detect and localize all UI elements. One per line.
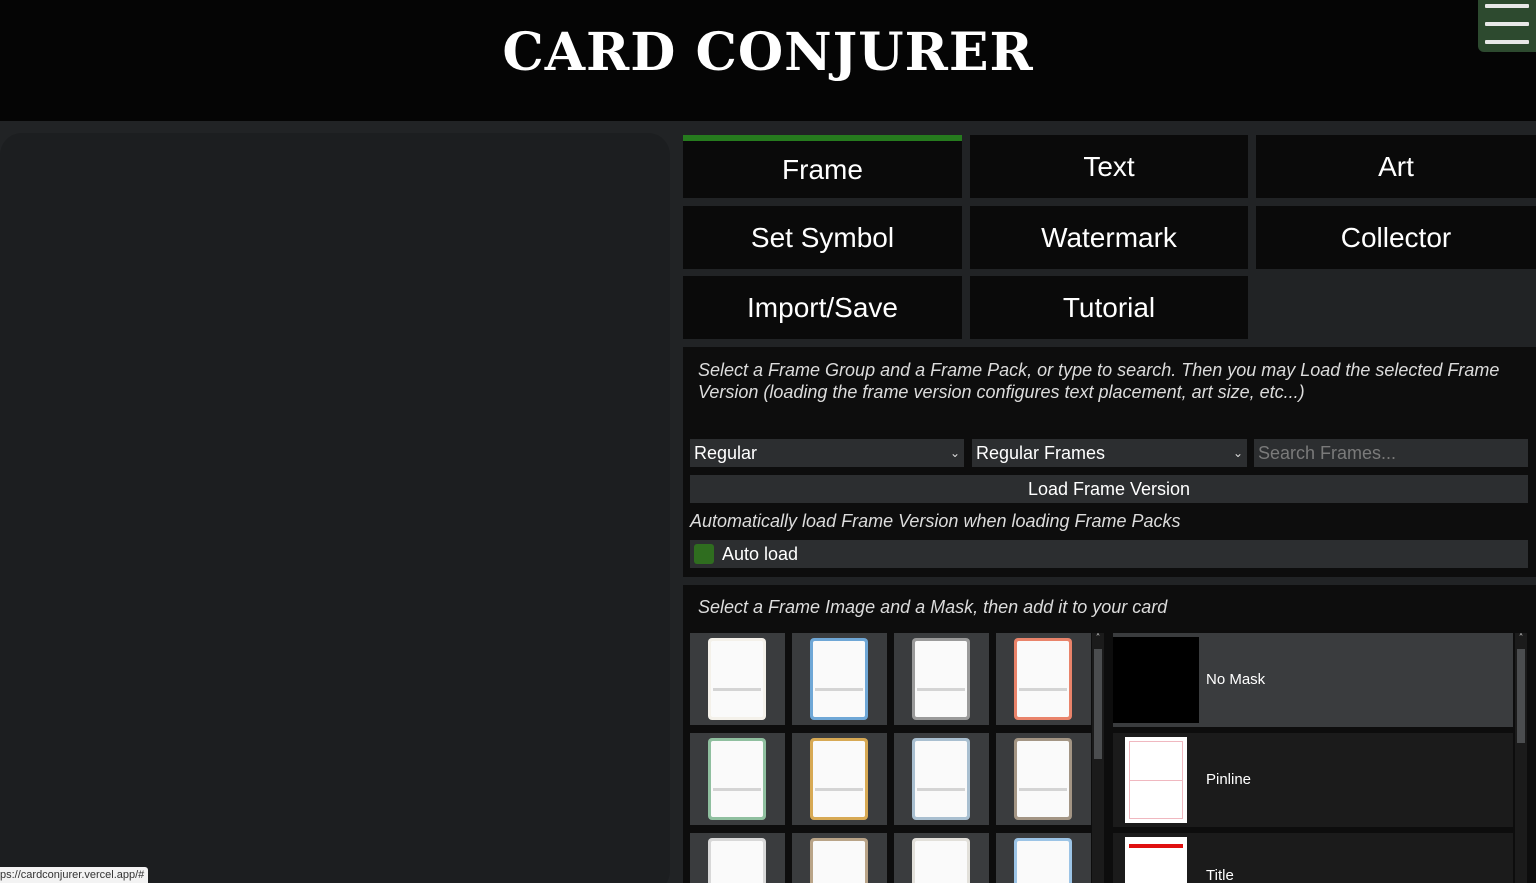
red-frame-thumb	[1014, 638, 1072, 720]
blue-frame-thumb	[810, 638, 868, 720]
title-mask-thumb	[1125, 837, 1187, 883]
autoload-toggle[interactable]: Auto load	[690, 540, 1528, 568]
scroll-up-icon[interactable]: ˄	[1515, 633, 1527, 644]
gold-frame-thumb	[810, 738, 868, 820]
tab-frame[interactable]: Frame	[683, 135, 962, 198]
frame-image-thumb[interactable]	[792, 733, 887, 825]
load-frame-version-button[interactable]: Load Frame Version	[690, 475, 1528, 503]
tab-import-save[interactable]: Import/Save	[683, 276, 962, 339]
frame-image-thumb[interactable]	[996, 633, 1091, 725]
site-header: CARD CONJURER	[0, 0, 1536, 121]
frame-image-thumb[interactable]	[894, 633, 989, 725]
frame-grid-scrollbar[interactable]: ˄	[1092, 633, 1104, 883]
tab-watermark[interactable]: Watermark	[970, 206, 1248, 269]
frame-search-input[interactable]	[1254, 439, 1528, 467]
frame-pack-select[interactable]: Regular Frames ⌄	[972, 439, 1247, 467]
pinline-mask-thumb	[1125, 737, 1187, 823]
brown-frame-thumb	[810, 838, 868, 883]
tab-art[interactable]: Art	[1256, 135, 1536, 198]
frame-instructions: Select a Frame Group and a Frame Pack, o…	[698, 360, 1500, 402]
frame-image-thumb[interactable]	[996, 833, 1091, 883]
frame-group-select[interactable]: Regular ⌄	[690, 439, 964, 467]
hamburger-menu-icon[interactable]	[1478, 0, 1536, 52]
frame-image-thumb[interactable]	[894, 733, 989, 825]
artifact-frame-thumb	[912, 738, 970, 820]
blue-pt-frame-thumb	[1014, 838, 1072, 883]
colorless-frame-thumb	[708, 838, 766, 883]
tab-tutorial[interactable]: Tutorial	[970, 276, 1248, 339]
chevron-down-icon: ⌄	[949, 446, 960, 460]
mask-item-title[interactable]: Title	[1113, 833, 1513, 883]
tab-text[interactable]: Text	[970, 135, 1248, 198]
white-frame-thumb	[708, 638, 766, 720]
autoload-checkbox[interactable]	[694, 544, 714, 564]
frame-image-thumb[interactable]	[690, 733, 785, 825]
mask-item-no-mask[interactable]: No Mask	[1113, 633, 1513, 727]
frame-image-thumb[interactable]	[690, 833, 785, 883]
tab-collector[interactable]: Collector	[1256, 206, 1536, 269]
tab-set-symbol[interactable]: Set Symbol	[683, 206, 962, 269]
mask-list-scrollbar[interactable]: ˄	[1515, 633, 1527, 883]
site-title: CARD CONJURER	[502, 22, 1034, 83]
black-frame-thumb	[912, 638, 970, 720]
frame-image-thumb[interactable]	[792, 833, 887, 883]
land-frame-thumb	[1014, 738, 1072, 820]
scrollbar-thumb[interactable]	[1094, 649, 1102, 759]
white-pt-frame-thumb	[912, 838, 970, 883]
chevron-down-icon: ⌄	[1232, 446, 1243, 460]
green-frame-thumb	[708, 738, 766, 820]
mask-item-pinline[interactable]: Pinline	[1113, 733, 1513, 827]
card-preview-canvas	[0, 133, 670, 883]
frame-image-thumb[interactable]	[690, 633, 785, 725]
frame-image-instructions: Select a Frame Image and a Mask, then ad…	[698, 597, 1168, 617]
frame-image-thumb[interactable]	[792, 633, 887, 725]
status-bar-url: ps://cardconjurer.vercel.app/#	[0, 867, 149, 883]
no-mask-thumb	[1113, 637, 1199, 723]
scrollbar-thumb[interactable]	[1517, 649, 1525, 743]
frame-image-thumb[interactable]	[996, 733, 1091, 825]
autoload-note: Automatically load Frame Version when lo…	[690, 511, 1181, 531]
autoload-label: Auto load	[722, 544, 799, 564]
scroll-up-icon[interactable]: ˄	[1092, 633, 1104, 644]
frame-image-thumb[interactable]	[894, 833, 989, 883]
